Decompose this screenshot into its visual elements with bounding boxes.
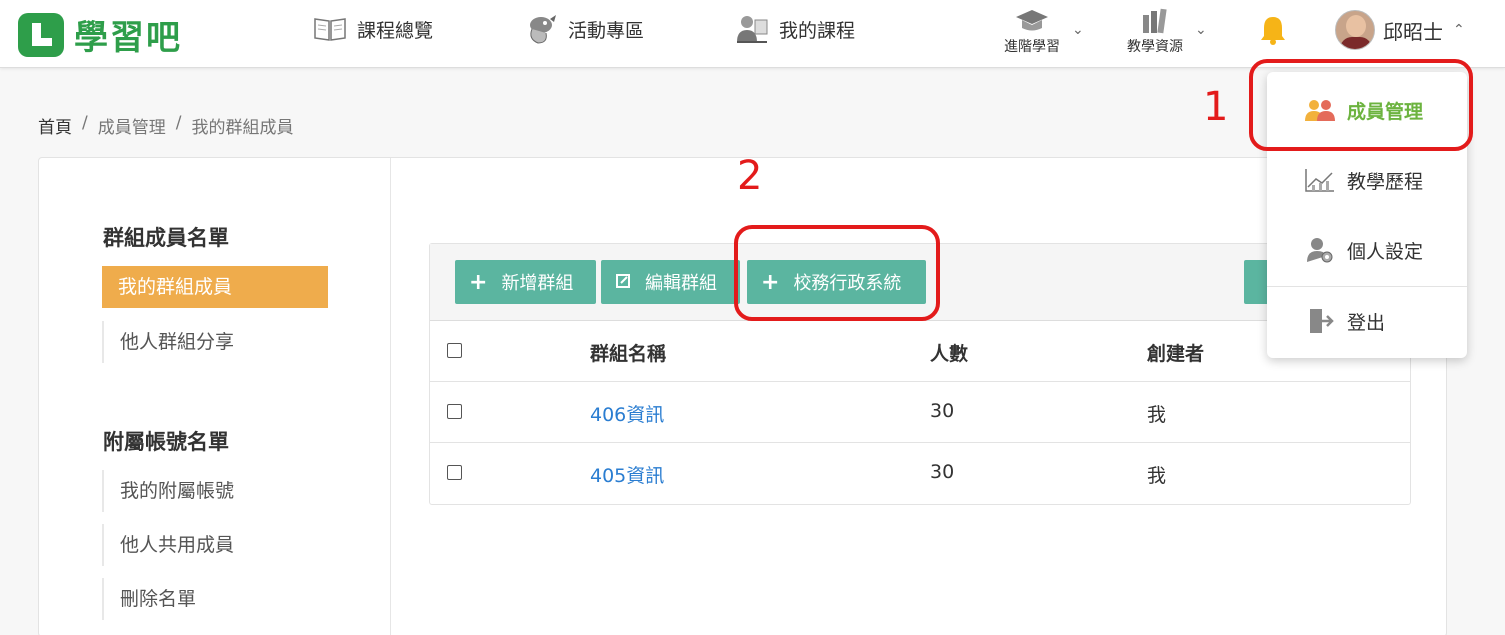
- nav-label: 我的課程: [779, 19, 856, 42]
- nav-course-overview[interactable]: 課程總覽: [313, 14, 433, 44]
- nav-label: 課程總覽: [357, 19, 434, 42]
- sub-nav-label: 進階學習: [1004, 39, 1060, 55]
- breadcrumb-separator: /: [82, 113, 88, 133]
- add-group-button[interactable]: + 新增群組: [455, 260, 596, 304]
- avatar: [1335, 10, 1375, 50]
- nav-activities[interactable]: 活動專區: [524, 14, 644, 44]
- nav-teaching-resources[interactable]: 教學資源: [1127, 6, 1183, 56]
- breadcrumb-separator: /: [175, 113, 182, 133]
- top-header: 學習吧 課程總覽 活動專區 我的課程 進階學習 ⌄ 教學資源 ⌄ 邱昭士 ⌃: [0, 0, 1505, 68]
- plus-icon: +: [469, 269, 488, 295]
- menu-item-personal-settings[interactable]: 個人設定: [1267, 220, 1467, 280]
- group-name-link[interactable]: 405資訊: [590, 461, 664, 488]
- row-checkbox[interactable]: [447, 404, 462, 419]
- creator: 我: [1147, 404, 1167, 426]
- nav-advanced-learning[interactable]: 進階學習: [1004, 6, 1060, 56]
- menu-item-label: 個人設定: [1347, 240, 1424, 263]
- menu-item-label: 登出: [1347, 311, 1386, 334]
- chart-icon: [1303, 166, 1337, 194]
- button-label: 編輯群組: [645, 273, 717, 294]
- logo-mark-icon: [18, 12, 64, 57]
- user-settings-icon: [1303, 236, 1337, 264]
- breadcrumb-home[interactable]: 首頁: [38, 113, 72, 138]
- sidebar-item-my-group-members[interactable]: 我的群組成員: [102, 266, 328, 308]
- annotation-step-2: 2: [737, 153, 763, 199]
- nav-my-courses[interactable]: 我的課程: [735, 14, 855, 44]
- menu-divider: [1267, 286, 1467, 287]
- chevron-down-icon[interactable]: ⌄: [1195, 22, 1207, 38]
- sidebar-item-deleted-list[interactable]: 刪除名單: [102, 578, 328, 620]
- breadcrumb-current: 我的群組成員: [191, 118, 294, 138]
- sidebar-item-shared-members[interactable]: 他人共用成員: [102, 524, 328, 566]
- edit-group-button[interactable]: 編輯群組: [601, 260, 740, 304]
- site-logo[interactable]: 學習吧: [18, 10, 182, 59]
- chevron-up-icon: ⌃: [1453, 22, 1465, 38]
- breadcrumb-level1[interactable]: 成員管理: [98, 113, 166, 138]
- sidebar-section-title: 群組成員名單: [103, 226, 229, 250]
- user-menu[interactable]: 邱昭士 ⌃: [1335, 10, 1465, 50]
- logout-icon: [1303, 307, 1337, 335]
- teacher-icon: [735, 14, 769, 44]
- select-all-checkbox[interactable]: [447, 343, 462, 358]
- member-count: 30: [930, 461, 955, 483]
- member-count: 30: [930, 400, 955, 422]
- sidebar-section-title: 附屬帳號名單: [103, 430, 229, 454]
- table-row: 405資訊 30 我: [430, 443, 1410, 504]
- table-header-row: 群組名稱 人數 創建者: [430, 321, 1410, 382]
- sidebar-item-my-sub-accounts[interactable]: 我的附屬帳號: [102, 470, 328, 512]
- button-label: 新增群組: [501, 273, 574, 294]
- logo-text: 學習吧: [74, 18, 182, 58]
- column-header-creator[interactable]: 創建者: [1147, 339, 1204, 366]
- sidebar-item-shared-groups[interactable]: 他人群組分享: [102, 321, 328, 363]
- dragon-icon: [524, 14, 558, 44]
- table-row: 406資訊 30 我: [430, 382, 1410, 443]
- column-header-name[interactable]: 群組名稱: [590, 339, 666, 366]
- group-name-link[interactable]: 406資訊: [590, 400, 664, 427]
- sidebar: 群組成員名單 我的群組成員 他人群組分享 附屬帳號名單 我的附屬帳號 他人共用成…: [39, 158, 391, 635]
- sub-nav-label: 教學資源: [1127, 39, 1183, 55]
- nav-label: 活動專區: [568, 19, 645, 42]
- breadcrumb: 首頁 / 成員管理 / 我的群組成員: [38, 113, 293, 138]
- menu-item-teaching-history[interactable]: 教學歷程: [1267, 150, 1467, 210]
- edit-icon: [615, 270, 631, 295]
- book-icon: [313, 14, 347, 44]
- annotation-box-2: [734, 225, 940, 321]
- graduation-cap-icon: [1012, 6, 1052, 36]
- annotation-box-1: [1249, 59, 1473, 151]
- bell-icon[interactable]: [1258, 14, 1288, 46]
- chevron-down-icon[interactable]: ⌄: [1072, 22, 1084, 38]
- user-name: 邱昭士: [1383, 19, 1443, 44]
- menu-item-logout[interactable]: 登出: [1267, 291, 1467, 351]
- column-header-count[interactable]: 人數: [930, 339, 968, 366]
- row-checkbox[interactable]: [447, 465, 462, 480]
- annotation-step-1: 1: [1203, 84, 1229, 130]
- menu-item-label: 教學歷程: [1347, 170, 1424, 193]
- books-icon: [1135, 6, 1175, 36]
- creator: 我: [1147, 465, 1167, 487]
